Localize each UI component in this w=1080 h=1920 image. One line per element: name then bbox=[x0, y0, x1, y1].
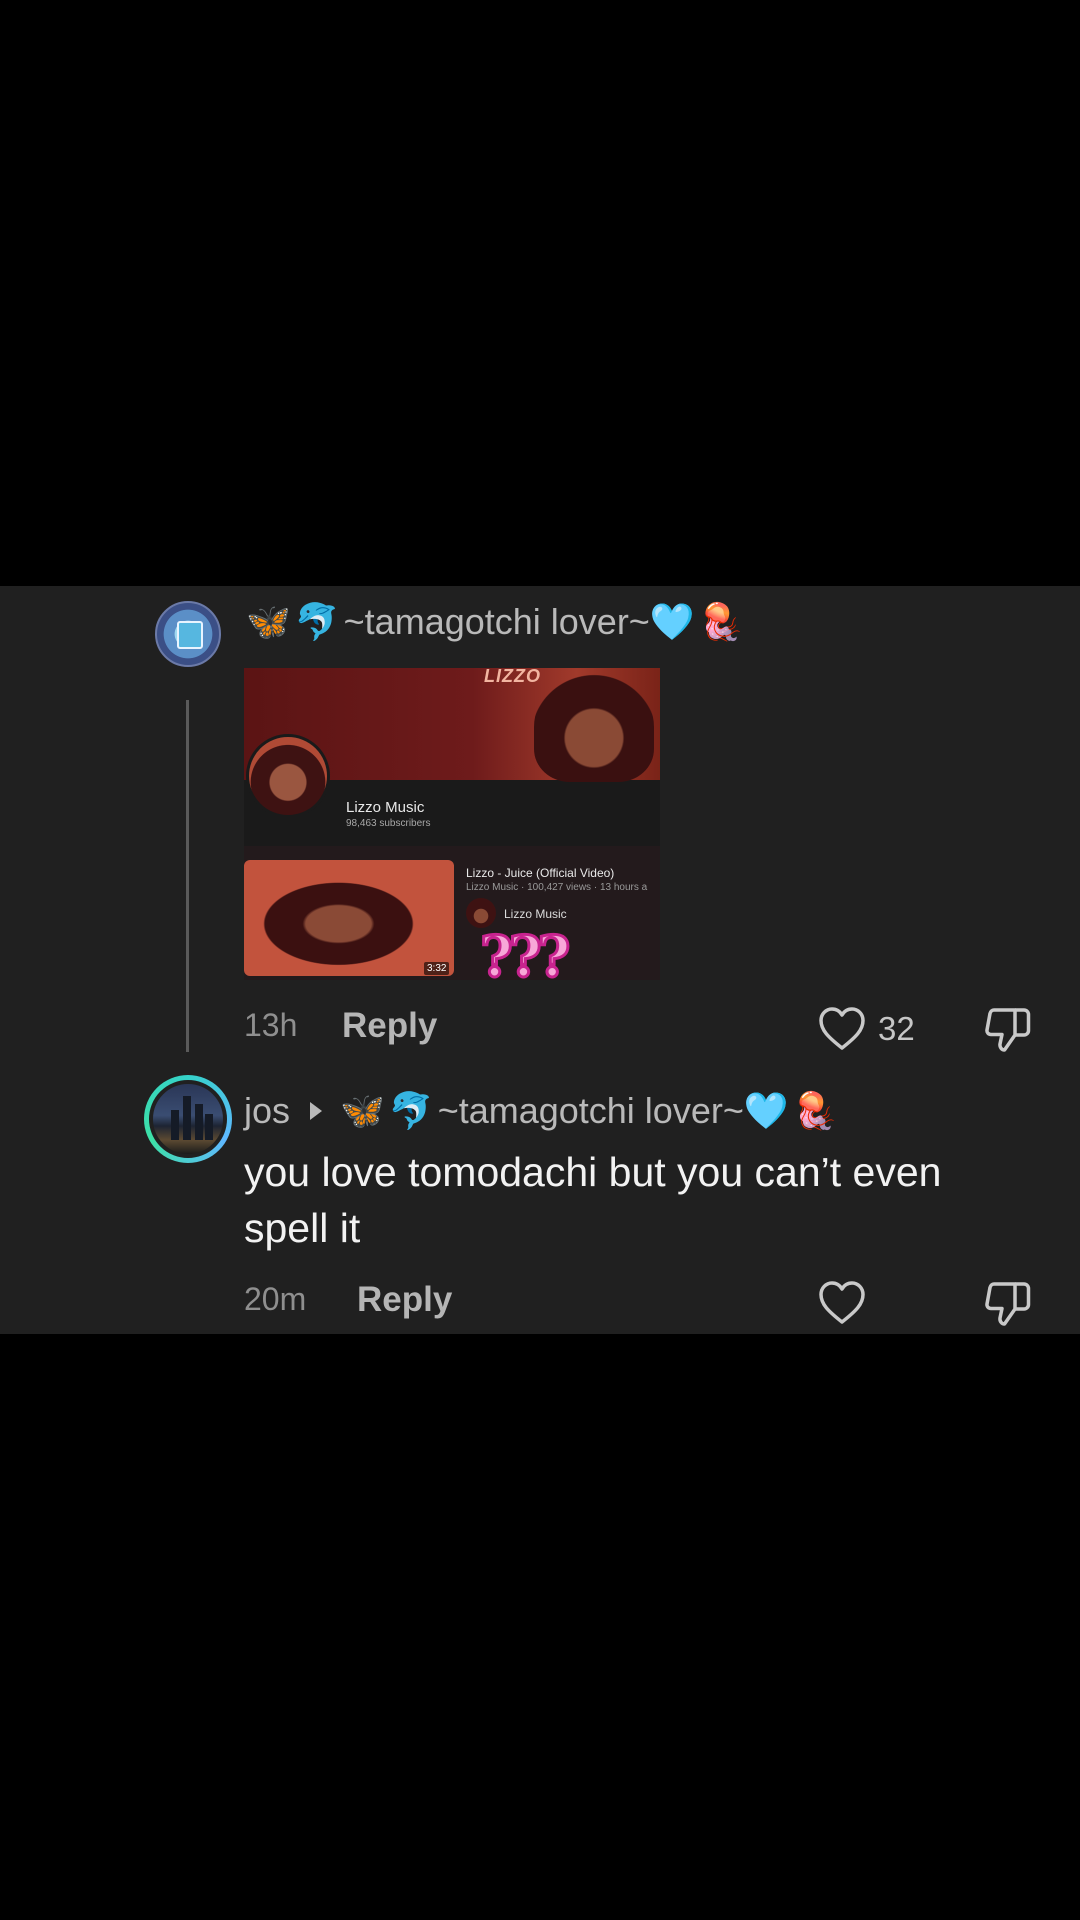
thread-line bbox=[186, 700, 189, 1052]
banner-photo bbox=[534, 672, 654, 782]
video-thumbnail bbox=[244, 860, 454, 976]
video-meta: Lizzo Music · 100,427 views · 13 hours a bbox=[466, 882, 648, 893]
jellyfish-emoji: 🪼 bbox=[698, 602, 744, 643]
dolphin-emoji: 🐬 bbox=[294, 602, 340, 643]
username-label: jos bbox=[244, 1090, 291, 1131]
avatar[interactable] bbox=[144, 1075, 232, 1163]
like-count: 32 bbox=[878, 1010, 915, 1047]
reply-to-username: ~tamagotchi lover~ bbox=[437, 1090, 744, 1131]
heart-emoji: 🩵 bbox=[743, 1091, 789, 1132]
thumbs-down-icon[interactable] bbox=[984, 1280, 1032, 1328]
caret-right-icon bbox=[310, 1102, 323, 1120]
reply-button[interactable]: Reply bbox=[357, 1280, 452, 1320]
question-marks-overlay: ??? bbox=[478, 923, 571, 981]
video-title: Lizzo - Juice (Official Video) bbox=[466, 866, 615, 880]
butterfly-emoji: 🦋 bbox=[340, 1091, 385, 1132]
video-duration: 3:32 bbox=[424, 962, 450, 975]
username-label: ~tamagotchi lover~ bbox=[343, 601, 650, 642]
comment-text: you love tomodachi but you can’t even sp… bbox=[244, 1149, 942, 1251]
channel-name: Lizzo Music bbox=[346, 799, 425, 816]
thumbs-down-icon[interactable] bbox=[984, 1006, 1032, 1054]
reply-button[interactable]: Reply bbox=[342, 1006, 437, 1046]
dolphin-emoji: 🐬 bbox=[388, 1091, 434, 1132]
heart-icon[interactable] bbox=[818, 1006, 866, 1052]
video-channel-name: Lizzo Music bbox=[504, 907, 567, 921]
jellyfish-emoji: 🪼 bbox=[792, 1091, 838, 1132]
butterfly-emoji: 🦋 bbox=[246, 602, 291, 643]
channel-subscribers: 98,463 subscribers bbox=[346, 818, 431, 829]
reply-header[interactable]: jos 🦋 🐬 ~tamagotchi lover~ 🩵 🪼 bbox=[244, 1086, 842, 1136]
avatar[interactable] bbox=[155, 601, 221, 667]
comment-time: 13h bbox=[244, 1007, 298, 1043]
video-row: 3:32 Lizzo - Juice (Official Video) Lizz… bbox=[244, 846, 660, 980]
channel-avatar bbox=[246, 734, 330, 818]
comment-username[interactable]: 🦋 🐬 ~tamagotchi lover~ 🩵 🪼 bbox=[246, 597, 748, 647]
comment-time: 20m bbox=[244, 1281, 307, 1317]
heart-icon[interactable] bbox=[818, 1280, 866, 1326]
comment-image-attachment[interactable]: LIZZO Lizzo Music 98,463 subscribers 3:3… bbox=[244, 668, 660, 980]
heart-emoji: 🩵 bbox=[649, 602, 695, 643]
banner-wordmark: LIZZO bbox=[484, 668, 541, 686]
